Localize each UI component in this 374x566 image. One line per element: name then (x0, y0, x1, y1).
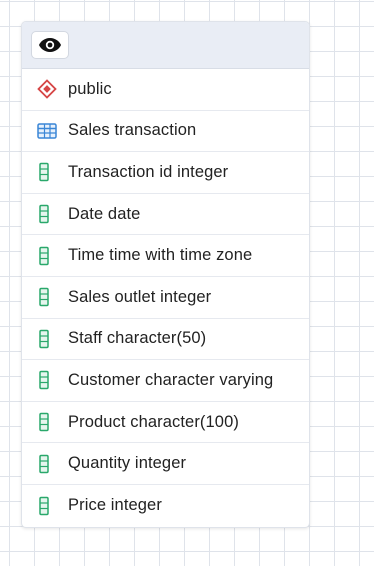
table-node[interactable]: public Sales transaction Transaction id … (21, 21, 310, 528)
column-icon (37, 329, 59, 349)
column-icon (37, 454, 59, 474)
column-label: Date date (68, 204, 141, 223)
column-icon (37, 496, 59, 516)
column-icon (37, 412, 59, 432)
column-row[interactable]: Staff character(50) (22, 319, 309, 361)
toggle-visibility-button[interactable] (31, 31, 69, 59)
column-icon (37, 246, 59, 266)
table-name: Sales transaction (68, 121, 197, 140)
column-icon (37, 287, 59, 307)
column-icon (37, 370, 59, 390)
schema-row[interactable]: public (22, 69, 309, 111)
table-icon (37, 121, 59, 141)
column-label: Quantity integer (68, 454, 187, 473)
column-label: Time time with time zone (68, 246, 253, 265)
column-label: Product character(100) (68, 412, 239, 431)
column-row[interactable]: Date date (22, 194, 309, 236)
column-row[interactable]: Quantity integer (22, 443, 309, 485)
column-label: Transaction id integer (68, 162, 229, 181)
schema-icon (37, 79, 59, 100)
column-row[interactable]: Product character(100) (22, 402, 309, 444)
column-icon (37, 204, 59, 224)
eye-icon (39, 38, 61, 52)
column-label: Customer character varying (68, 370, 274, 389)
table-node-header (22, 22, 309, 69)
column-row[interactable]: Price integer (22, 485, 309, 527)
table-title-row[interactable]: Sales transaction (22, 111, 309, 153)
column-row[interactable]: Transaction id integer (22, 152, 309, 194)
column-label: Staff character(50) (68, 329, 207, 348)
column-label: Sales outlet integer (68, 287, 212, 306)
column-label: Price integer (68, 496, 162, 515)
column-row[interactable]: Customer character varying (22, 360, 309, 402)
column-row[interactable]: Sales outlet integer (22, 277, 309, 319)
column-icon (37, 162, 59, 182)
schema-name: public (68, 79, 112, 98)
column-row[interactable]: Time time with time zone (22, 235, 309, 277)
